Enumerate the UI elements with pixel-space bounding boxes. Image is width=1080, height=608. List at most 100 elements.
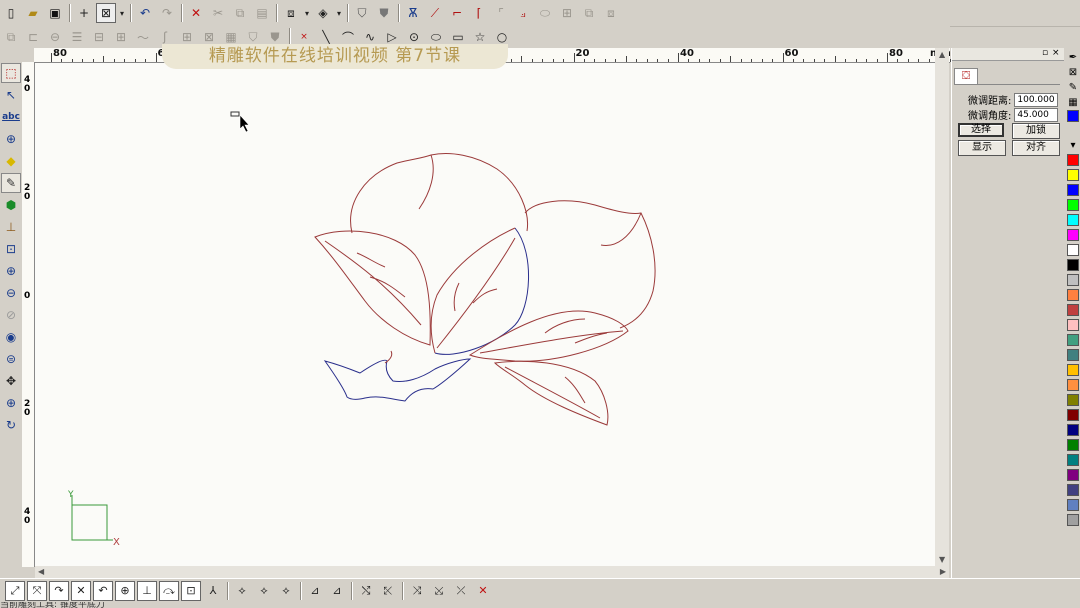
color-swatch[interactable] xyxy=(1067,379,1079,391)
array-icon[interactable]: ⊞ xyxy=(557,3,577,23)
shield-outline-icon[interactable]: ⛉ xyxy=(352,3,372,23)
color-swatch[interactable] xyxy=(1067,484,1079,496)
dropdown-arrow-icon[interactable]: ▾ xyxy=(335,3,343,23)
color-swatch[interactable] xyxy=(1067,289,1079,301)
add-point-icon[interactable]: + xyxy=(74,3,94,23)
select-rect-icon[interactable]: ⬚ xyxy=(1,63,21,83)
snap-off-icon[interactable]: ✕ xyxy=(473,581,493,601)
fill-bucket-icon[interactable]: ⬢ xyxy=(1,195,21,215)
color-swatch[interactable] xyxy=(1067,439,1079,451)
pen-icon[interactable]: ✒ xyxy=(1067,52,1079,64)
snap-arc2-icon[interactable]: ↶ xyxy=(93,580,113,601)
shield-filled-icon[interactable]: ⛊ xyxy=(374,3,394,23)
color-swatch[interactable] xyxy=(1067,424,1079,436)
chamfer-icon[interactable]: ⌈ xyxy=(469,3,489,23)
color-swatch[interactable] xyxy=(1067,454,1079,466)
color-swatch[interactable] xyxy=(1067,469,1079,481)
color-swatch[interactable] xyxy=(1067,319,1079,331)
color-swatch[interactable] xyxy=(1067,394,1079,406)
scroll-up-icon[interactable]: ▲ xyxy=(939,50,945,59)
offset-icon[interactable]: ⬭ xyxy=(535,3,555,23)
redo-icon[interactable]: ↷ xyxy=(157,3,177,23)
snap-flat2-icon[interactable]: ⊿ xyxy=(327,581,347,601)
box-select-icon[interactable]: ⊠ xyxy=(96,3,116,23)
snap-pick2-icon[interactable]: ⤪ xyxy=(378,581,398,601)
snap-center-icon[interactable]: ⊡ xyxy=(181,580,201,601)
mirror-icon[interactable]: ⧉ xyxy=(579,3,599,23)
color-swatch[interactable] xyxy=(1067,244,1079,256)
extend-icon[interactable]: ⟓ xyxy=(513,3,533,23)
snap-diamond1-icon[interactable]: ⟡ xyxy=(232,581,252,601)
node-edit-icon[interactable]: Ѫ xyxy=(403,3,423,23)
align-button[interactable]: 对齐 xyxy=(1012,140,1060,156)
color-swatch[interactable] xyxy=(1067,514,1079,526)
snap-flat1-icon[interactable]: ⊿ xyxy=(305,581,325,601)
zoom-box-icon[interactable]: ⊡ xyxy=(1,239,21,259)
delete-icon[interactable]: ✕ xyxy=(186,3,206,23)
color-swatch[interactable] xyxy=(1067,214,1079,226)
align-center-icon[interactable]: ⊖ xyxy=(45,27,65,47)
snap-line-icon[interactable]: ⤢ xyxy=(5,580,25,601)
pattern-icon[interactable]: ▦ xyxy=(1067,97,1079,109)
snap-pick1-icon[interactable]: ⤭ xyxy=(356,581,376,601)
snap-circle-icon[interactable]: ⊕ xyxy=(115,580,135,601)
color-swatch[interactable] xyxy=(1067,259,1079,271)
nudge-angle-field[interactable] xyxy=(1014,107,1059,122)
align-left-icon[interactable]: ⊏ xyxy=(23,27,43,47)
group-icon[interactable]: ⧈ xyxy=(281,3,301,23)
color-swatch[interactable] xyxy=(1067,184,1079,196)
copy-group-icon[interactable]: ⧉ xyxy=(1,27,21,47)
color-swatch[interactable] xyxy=(1067,304,1079,316)
trim-icon[interactable]: ⟋ xyxy=(425,3,445,23)
color-swatch[interactable] xyxy=(1067,364,1079,376)
zoom-prev-icon[interactable]: ⊘ xyxy=(1,305,21,325)
select-button[interactable]: 选择 xyxy=(958,123,1004,137)
open-folder-icon[interactable]: ▰ xyxy=(23,3,43,23)
color-swatch[interactable] xyxy=(1067,154,1079,166)
text-abc-icon[interactable]: abc xyxy=(1,107,21,127)
drawing-canvas[interactable]: X Y xyxy=(35,63,935,566)
snap-angle-icon[interactable]: ⅄ xyxy=(203,581,223,601)
paste-icon[interactable]: ▤ xyxy=(252,3,272,23)
panel-close-icon[interactable]: × xyxy=(1052,48,1060,59)
color-swatch[interactable] xyxy=(1067,274,1079,286)
vertical-scrollbar[interactable]: ▲ ▼ xyxy=(935,48,949,566)
color-swatch[interactable] xyxy=(1067,349,1079,361)
nudge-icon[interactable]: ⛋ xyxy=(954,68,978,85)
refresh-icon[interactable]: ↻ xyxy=(1,415,21,435)
snap-node1-icon[interactable]: ⤨ xyxy=(407,581,427,601)
horizontal-scrollbar[interactable]: ◀ ▶ xyxy=(35,566,949,578)
snap-diamond2-icon[interactable]: ⟡ xyxy=(254,581,274,601)
color-swatch[interactable] xyxy=(1067,499,1079,511)
palette-dropdown-icon[interactable]: ▾ xyxy=(1067,140,1079,152)
copy-icon[interactable]: ⧉ xyxy=(230,3,250,23)
snap-perp-icon[interactable]: ⊥ xyxy=(137,580,157,601)
nudge-distance-field[interactable] xyxy=(1014,92,1059,107)
measure-icon[interactable]: ⊥ xyxy=(1,217,21,237)
eraser-icon[interactable]: ✎ xyxy=(1,173,21,193)
color-swatch[interactable] xyxy=(1067,409,1079,421)
snap-arc-icon[interactable]: ↷ xyxy=(49,580,69,601)
cut-icon[interactable]: ✂ xyxy=(208,3,228,23)
snap-diamond3-icon[interactable]: ⟡ xyxy=(276,581,296,601)
node-select-icon[interactable]: ↖ xyxy=(1,85,21,105)
shape-a-icon[interactable]: ⊟ xyxy=(89,27,109,47)
shape-b-icon[interactable]: ⊞ xyxy=(111,27,131,47)
no-fill-icon[interactable]: ⊠ xyxy=(1067,67,1079,79)
scroll-left-icon[interactable]: ◀ xyxy=(38,567,44,576)
lock-button[interactable]: 加锁 xyxy=(1012,123,1060,139)
scroll-right-icon[interactable]: ▶ xyxy=(940,567,946,576)
new-file-icon[interactable]: ▯ xyxy=(1,3,21,23)
scroll-down-icon[interactable]: ▼ xyxy=(939,555,945,564)
eye-icon[interactable]: ◉ xyxy=(1,327,21,347)
zoom-all-icon[interactable]: ⊕ xyxy=(1,393,21,413)
zoom-fit-icon[interactable]: ⊜ xyxy=(1,349,21,369)
align-icon[interactable]: ⧈ xyxy=(601,3,621,23)
snap-tangent-icon[interactable]: ⤼ xyxy=(159,580,179,601)
dropdown-arrow-icon[interactable]: ▾ xyxy=(303,3,311,23)
color-swatch[interactable] xyxy=(1067,334,1079,346)
pan-icon[interactable]: ✥ xyxy=(1,371,21,391)
zoom-in-icon[interactable]: ⊕ xyxy=(1,261,21,281)
save-icon[interactable]: ▣ xyxy=(45,3,65,23)
color-swatch[interactable] xyxy=(1067,229,1079,241)
